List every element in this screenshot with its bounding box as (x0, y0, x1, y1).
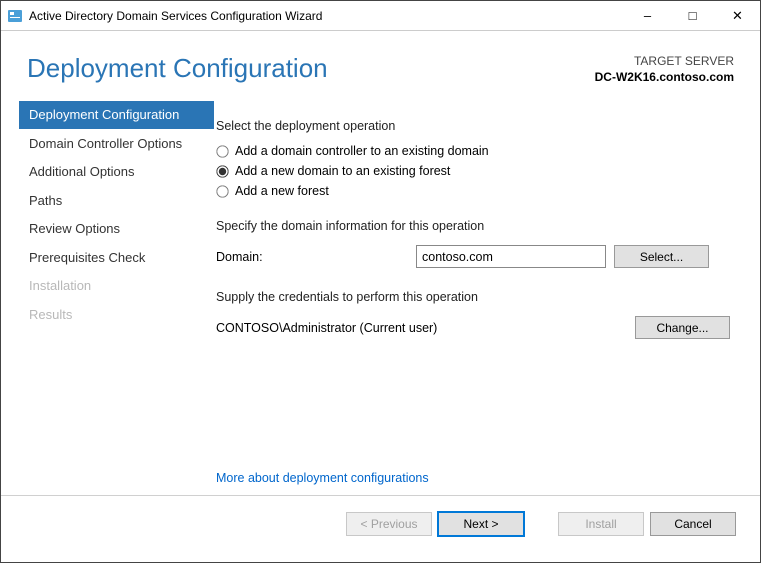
radio-add-dc-label: Add a domain controller to an existing d… (235, 144, 489, 158)
credentials-value: CONTOSO\Administrator (Current user) (216, 321, 635, 335)
specify-domain-label: Specify the domain information for this … (216, 219, 730, 233)
previous-button: < Previous (346, 512, 432, 536)
select-domain-button[interactable]: Select... (614, 245, 709, 268)
step-installation: Installation (19, 272, 214, 300)
target-server-label: TARGET SERVER (595, 53, 734, 69)
step-review-options[interactable]: Review Options (19, 215, 214, 243)
wizard-steps: Deployment Configuration Domain Controll… (19, 95, 214, 495)
minimize-button[interactable]: – (625, 1, 670, 30)
install-button: Install (558, 512, 644, 536)
step-results: Results (19, 301, 214, 329)
step-prerequisites-check[interactable]: Prerequisites Check (19, 244, 214, 272)
step-deployment-configuration[interactable]: Deployment Configuration (19, 101, 214, 129)
target-server-name: DC-W2K16.contoso.com (595, 69, 734, 85)
header: Deployment Configuration TARGET SERVER D… (1, 31, 760, 95)
credentials-label: Supply the credentials to perform this o… (216, 290, 730, 304)
maximize-button[interactable]: □ (670, 1, 715, 30)
page-title: Deployment Configuration (27, 53, 595, 84)
main-panel: Select the deployment operation Add a do… (214, 95, 760, 495)
window-controls: – □ ✕ (625, 1, 760, 30)
radio-add-domain-input[interactable] (216, 165, 228, 177)
radio-add-dc-input[interactable] (216, 145, 228, 157)
titlebar: Active Directory Domain Services Configu… (1, 1, 760, 31)
change-credentials-button[interactable]: Change... (635, 316, 730, 339)
step-paths[interactable]: Paths (19, 187, 214, 215)
radio-add-dc[interactable]: Add a domain controller to an existing d… (216, 144, 730, 158)
target-server-block: TARGET SERVER DC-W2K16.contoso.com (595, 53, 734, 85)
credentials-row: CONTOSO\Administrator (Current user) Cha… (216, 316, 730, 339)
body: Deployment Configuration Domain Controll… (1, 95, 760, 495)
app-icon (7, 8, 23, 24)
window-title: Active Directory Domain Services Configu… (29, 9, 625, 23)
step-additional-options[interactable]: Additional Options (19, 158, 214, 186)
select-operation-label: Select the deployment operation (216, 119, 730, 133)
footer: < Previous Next > Install Cancel (1, 495, 760, 551)
radio-add-domain[interactable]: Add a new domain to an existing forest (216, 164, 730, 178)
next-button[interactable]: Next > (438, 512, 524, 536)
domain-field-label: Domain: (216, 250, 416, 264)
domain-input[interactable] (416, 245, 606, 268)
cancel-button[interactable]: Cancel (650, 512, 736, 536)
close-button[interactable]: ✕ (715, 1, 760, 30)
radio-add-forest[interactable]: Add a new forest (216, 184, 730, 198)
radio-add-domain-label: Add a new domain to an existing forest (235, 164, 450, 178)
radio-add-forest-label: Add a new forest (235, 184, 329, 198)
domain-row: Domain: Select... (216, 245, 730, 268)
radio-add-forest-input[interactable] (216, 185, 228, 197)
step-domain-controller-options[interactable]: Domain Controller Options (19, 130, 214, 158)
more-about-link[interactable]: More about deployment configurations (216, 471, 730, 485)
